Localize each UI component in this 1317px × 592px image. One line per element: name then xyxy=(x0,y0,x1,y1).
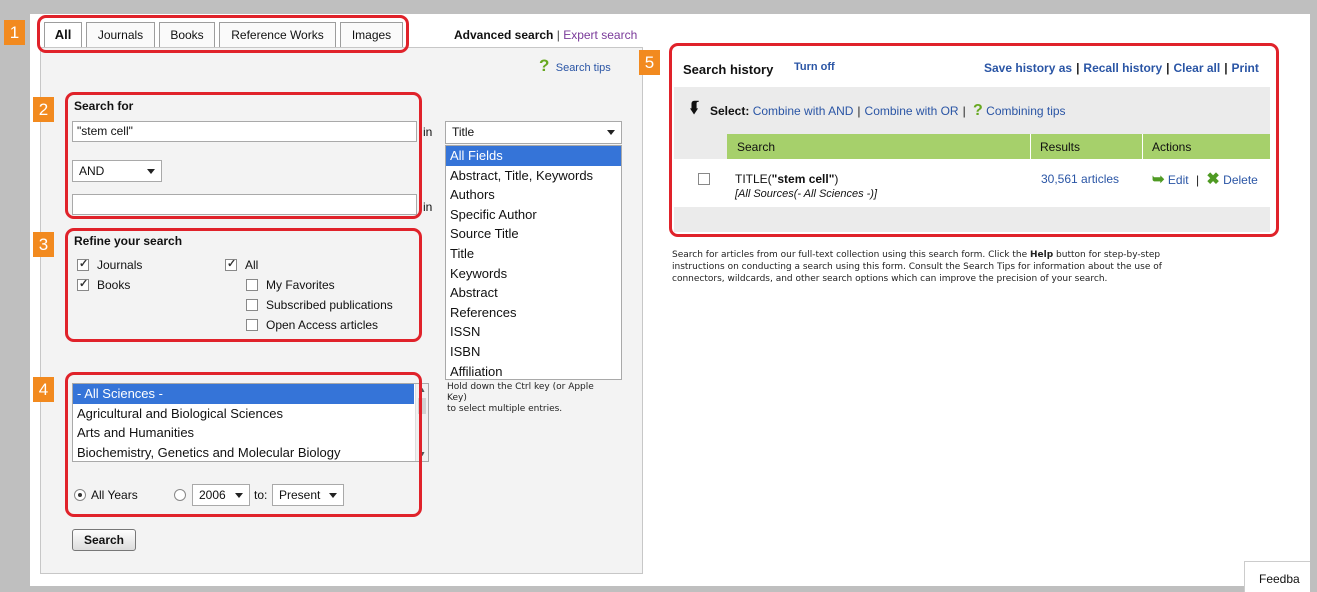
field-option[interactable]: References xyxy=(446,303,621,323)
help-text-b: button for step-by-step xyxy=(1053,250,1161,260)
help-paragraph: Search for articles from our full-text c… xyxy=(672,249,1272,285)
badge-3: 3 xyxy=(33,232,54,257)
badge-5: 5 xyxy=(639,50,660,75)
chevron-down-icon xyxy=(607,130,615,135)
field-select[interactable]: Title xyxy=(445,121,622,144)
hint-line: Hold down the Ctrl key (or Apple xyxy=(447,382,594,392)
field-option[interactable]: Authors xyxy=(446,185,621,205)
field-option[interactable]: Abstract xyxy=(446,283,621,303)
field-option[interactable]: Specific Author xyxy=(446,205,621,225)
expert-search-link[interactable]: Expert search xyxy=(563,28,637,42)
help-word: Help xyxy=(1030,250,1054,260)
field-option[interactable]: All Fields xyxy=(446,146,621,166)
field-option[interactable]: ISBN xyxy=(446,342,621,362)
advanced-search-link[interactable]: Advanced search xyxy=(454,28,553,42)
in-label: in xyxy=(423,125,433,139)
annotation-box-2 xyxy=(65,92,422,219)
feedback-tab[interactable]: Feedba xyxy=(1244,561,1310,592)
badge-4: 4 xyxy=(33,377,54,402)
search-mode-links: Advanced search | Expert search xyxy=(454,28,637,42)
annotation-box-5 xyxy=(669,43,1279,237)
help-text-a: Search for articles from our full-text c… xyxy=(672,250,1031,260)
search-button[interactable]: Search xyxy=(72,529,136,551)
hint-line: Key) xyxy=(447,393,467,403)
annotation-box-4 xyxy=(65,372,422,517)
field-option[interactable]: Keywords xyxy=(446,264,621,284)
field-option[interactable]: ISSN xyxy=(446,322,621,342)
field-option[interactable]: Abstract, Title, Keywords xyxy=(446,166,621,186)
search-tips-link[interactable]: Search tips xyxy=(556,62,611,74)
field-option[interactable]: Source Title xyxy=(446,224,621,244)
search-tips[interactable]: ? Search tips xyxy=(539,56,611,76)
help-line: connectors, wildcards, and other search … xyxy=(672,274,1108,284)
field-options-list[interactable]: All Fields Abstract, Title, Keywords Aut… xyxy=(445,145,622,380)
badge-2: 2 xyxy=(33,97,54,122)
hint-line: to select multiple entries. xyxy=(447,404,563,414)
help-line: instructions on conducting a search usin… xyxy=(672,262,1162,272)
field-option[interactable]: Affiliation xyxy=(446,362,621,379)
search-mode-separator: | xyxy=(556,28,560,42)
annotation-box-1 xyxy=(37,15,409,53)
in-label: in xyxy=(423,200,433,214)
badge-1: 1 xyxy=(4,20,25,45)
help-line: Search for articles from our full-text c… xyxy=(672,249,1272,261)
multi-select-hint: Hold down the Ctrl key (or Apple Key) to… xyxy=(447,382,594,415)
field-select-value: Title xyxy=(452,125,475,139)
question-icon: ? xyxy=(539,56,550,75)
field-option[interactable]: Title xyxy=(446,244,621,264)
annotation-box-3 xyxy=(65,228,422,342)
